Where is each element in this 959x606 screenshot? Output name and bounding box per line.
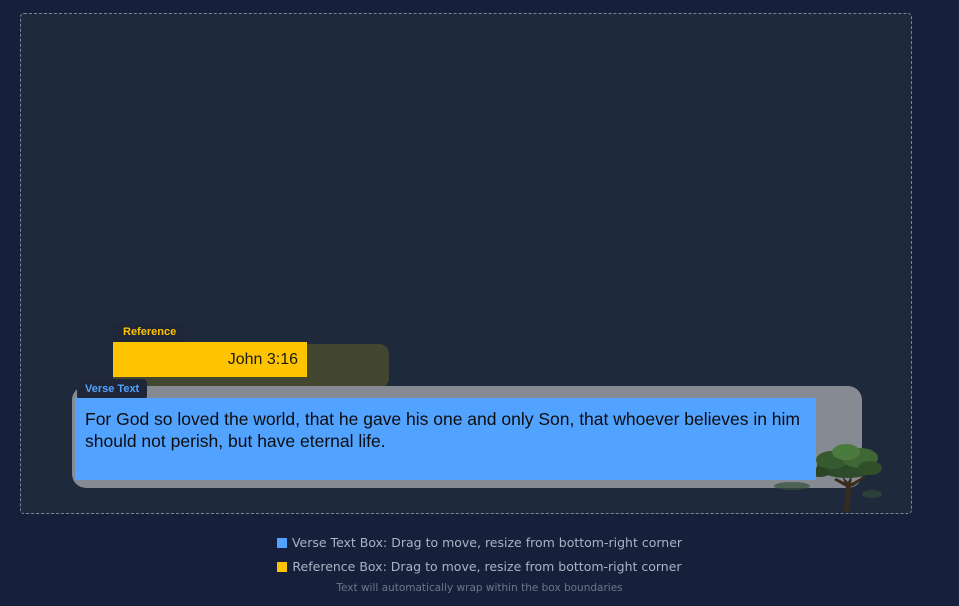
legend-reference-label: Reference Box: Drag to move, resize from… bbox=[292, 559, 682, 574]
reference-text: John 3:16 bbox=[227, 350, 298, 368]
reference-box-tag: Reference bbox=[113, 323, 186, 342]
legend-verse: Verse Text Box: Drag to move, resize fro… bbox=[0, 535, 959, 551]
editor-page: Reference John 3:16 Verse Text For God s… bbox=[0, 0, 959, 606]
wrap-hint: Text will automatically wrap within the … bbox=[336, 582, 623, 594]
reference-color-swatch bbox=[277, 561, 288, 572]
verse-box-tag: Verse Text bbox=[77, 379, 148, 400]
verse-text: For God so loved the world, that he gave… bbox=[85, 409, 801, 451]
legend-reference: Reference Box: Drag to move, resize from… bbox=[0, 559, 959, 575]
reference-text-box[interactable]: John 3:16 bbox=[113, 342, 307, 377]
verse-text-box[interactable]: For God so loved the world, that he gave… bbox=[75, 398, 816, 480]
legend-verse-label: Verse Text Box: Drag to move, resize fro… bbox=[291, 535, 683, 550]
verse-color-swatch bbox=[276, 537, 287, 548]
